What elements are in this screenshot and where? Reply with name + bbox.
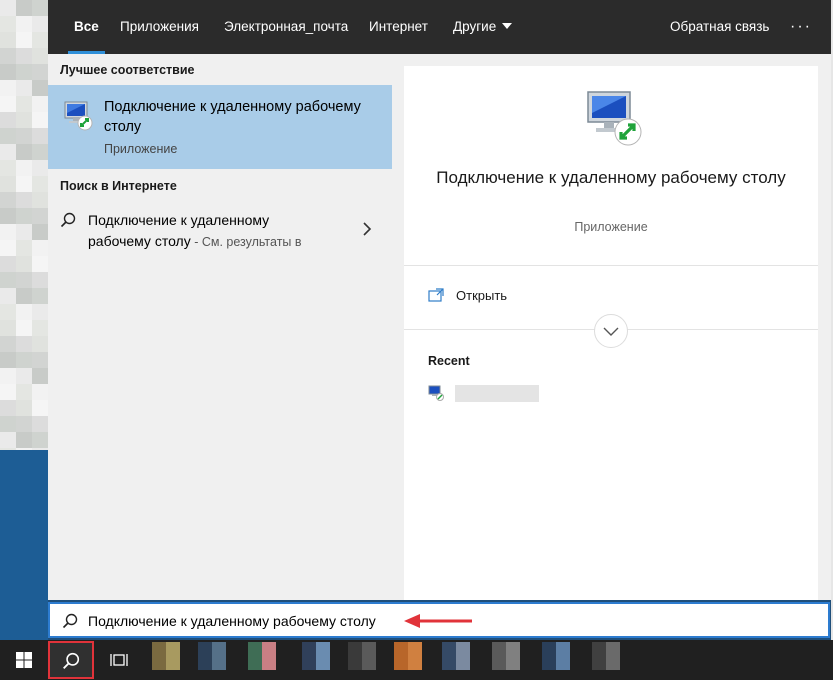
open-label: Открыть <box>456 288 508 303</box>
taskbar-app-icon[interactable] <box>540 640 580 680</box>
search-panel: Все Приложения Электронная_почта Интерне… <box>48 0 831 600</box>
recent-heading: Recent <box>428 354 470 368</box>
search-icon <box>62 613 78 629</box>
best-match-type: Приложение <box>104 142 178 156</box>
remote-desktop-icon <box>428 385 444 401</box>
desktop-background-blue <box>0 450 48 640</box>
taskbar-app-icon[interactable] <box>490 640 530 680</box>
preview-title: Подключение к удаленному рабочему столу <box>436 168 786 187</box>
taskbar-search-button[interactable] <box>48 641 94 679</box>
taskbar-app-icon[interactable] <box>300 640 340 680</box>
web-search-heading: Поиск в Интернете <box>60 179 177 193</box>
web-search-item[interactable]: Подключение к удаленному рабочему столу … <box>48 204 392 264</box>
more-options-button[interactable]: ··· <box>790 0 812 54</box>
chevron-down-icon <box>502 23 513 29</box>
expand-button[interactable] <box>594 314 628 348</box>
taskbar-app-icon[interactable] <box>440 640 480 680</box>
tab-email[interactable]: Электронная_почта <box>224 0 348 54</box>
remote-desktop-icon <box>587 91 642 146</box>
chevron-down-icon <box>603 327 619 336</box>
redacted-recent-name <box>455 385 539 402</box>
best-match-title: Подключение к удаленному рабочему столу <box>104 99 361 135</box>
taskbar-app-icon[interactable] <box>392 640 432 680</box>
divider <box>404 265 818 266</box>
tab-all[interactable]: Все <box>68 0 105 54</box>
tab-more[interactable]: Другие <box>453 0 513 54</box>
taskbar-app-icon[interactable] <box>246 640 286 680</box>
taskbar-app-icon[interactable] <box>590 640 630 680</box>
remote-desktop-icon <box>64 101 93 131</box>
open-icon <box>428 288 444 302</box>
search-icon <box>60 212 76 228</box>
preview-type: Приложение <box>574 220 648 234</box>
feedback-link[interactable]: Обратная связь <box>670 0 769 54</box>
taskbar-app-icon[interactable] <box>196 640 236 680</box>
chevron-right-icon <box>363 222 372 236</box>
desktop-background <box>0 0 48 464</box>
search-icon <box>63 652 80 669</box>
taskbar-app-icon[interactable] <box>150 640 190 680</box>
windows-start-icon[interactable] <box>16 652 32 668</box>
task-view-icon[interactable] <box>110 652 128 668</box>
best-match-heading: Лучшее соответствие <box>60 63 195 77</box>
taskbar-app-icon[interactable] <box>346 640 386 680</box>
web-search-text: Подключение к удаленному рабочему столу … <box>88 210 328 253</box>
best-match-item[interactable]: Подключение к удаленному рабочему столу … <box>48 85 392 169</box>
search-filter-bar: Все Приложения Электронная_почта Интерне… <box>48 0 831 54</box>
tab-web[interactable]: Интернет <box>369 0 428 54</box>
web-search-suffix: - См. результаты в <box>190 235 302 249</box>
taskbar <box>0 640 833 680</box>
annotation-arrow <box>404 614 472 628</box>
preview-pane: Подключение к удаленному рабочему столу … <box>404 66 818 600</box>
tab-apps[interactable]: Приложения <box>120 0 199 54</box>
tab-more-label: Другие <box>453 19 497 34</box>
results-list: Лучшее соответствие Подключение к удален… <box>48 54 392 600</box>
